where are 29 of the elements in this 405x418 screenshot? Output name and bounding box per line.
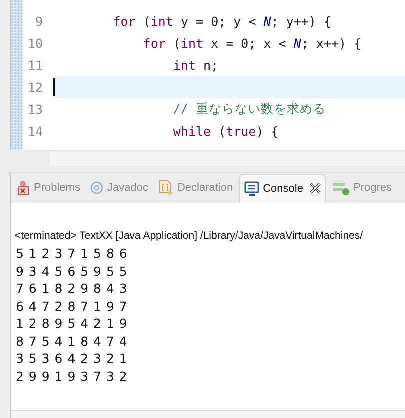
- line-number: 12: [23, 76, 53, 98]
- document-icon: [158, 180, 174, 196]
- code-line: int n;: [172, 58, 219, 72]
- view-tab[interactable]: Declaration: [154, 174, 238, 202]
- code-editor[interactable]: 9 for (int y = 0; y < N; y++) { 10 for (int x = 0; x < N; x++) { 11 int n; 12 13 // 重ならない数を求める 14 while (true) {: [10, 0, 405, 150]
- console-output-line: 1 2 8 9 5 4 2 1 9: [16, 315, 128, 332]
- horizontal-scrollbar[interactable]: [11, 410, 405, 418]
- code-line: for (int y = 0; y < N; y++) {: [112, 14, 332, 28]
- code-line: // 重ならない数を求める: [172, 100, 326, 118]
- code-line: for (int x = 0; x < N; x++) {: [142, 36, 362, 50]
- view-tab[interactable]: Console: [239, 174, 326, 202]
- monitor-icon: [244, 180, 260, 196]
- horizontal-scrollbar[interactable]: [50, 150, 405, 166]
- console-output-line: 7 6 1 8 2 9 8 4 3: [16, 280, 128, 298]
- progress-icon: [332, 180, 350, 196]
- console-output-line: 5 1 2 3 7 1 5 8 6: [16, 245, 128, 262]
- console-output-line: 6 4 7 2 8 7 1 9 7: [16, 298, 128, 315]
- console-status-text: <terminated> TextXX [Java Application] /Library/Java/JavaVirtualMachines/: [15, 229, 364, 244]
- console-output-line: 2 9 9 1 9 3 7 3 2: [16, 368, 128, 385]
- console-output-line: 9 3 4 5 6 5 9 5 5: [16, 262, 128, 280]
- problems-icon: [17, 180, 31, 196]
- code-line: while (true) {: [172, 124, 279, 138]
- view-tab[interactable]: Progres: [328, 174, 396, 202]
- view-tab[interactable]: Javadoc: [86, 174, 152, 202]
- console-output-line: 3 5 3 6 4 2 3 2 1: [16, 350, 128, 368]
- console-output-line: 8 7 5 4 1 8 4 7 4: [16, 332, 128, 350]
- text-cursor: [53, 78, 55, 96]
- view-tab[interactable]: Problems: [13, 174, 84, 202]
- close-icon[interactable]: [310, 183, 322, 194]
